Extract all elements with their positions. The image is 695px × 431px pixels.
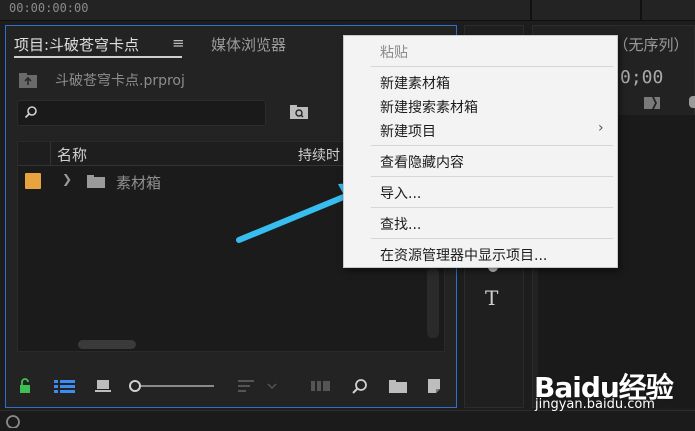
bin-color-label[interactable] (25, 173, 41, 189)
submenu-arrow-icon: › (598, 120, 604, 136)
column-header-name[interactable]: 名称 (57, 144, 87, 165)
lock-icon[interactable] (18, 378, 32, 394)
menu-separator (371, 207, 613, 208)
chevron-right-icon[interactable]: ❯ (62, 172, 72, 186)
panel-menu-icon[interactable]: ≡ (172, 34, 185, 52)
creative-cloud-icon[interactable] (4, 412, 22, 428)
tab-media-browser[interactable]: 媒体浏览器 (211, 34, 286, 55)
new-bin-icon[interactable] (389, 379, 407, 393)
marker-icon[interactable] (689, 96, 695, 108)
status-bar (0, 410, 695, 431)
new-item-icon[interactable] (427, 378, 441, 394)
watermark-url: jingyan.baidu.com (535, 397, 655, 412)
list-view-icon[interactable] (54, 379, 76, 393)
new-bin-icon[interactable] (289, 104, 309, 120)
find-icon[interactable] (352, 378, 368, 394)
program-timecode: 0;00 (620, 67, 664, 88)
label-column-header[interactable] (18, 142, 51, 165)
type-tool-icon[interactable]: T (485, 286, 498, 310)
menu-item-new-bin[interactable]: 新建素材箱 (380, 73, 450, 93)
tab-active-indicator (14, 56, 182, 58)
insert-icon[interactable] (643, 96, 661, 110)
source-timecode: 00:00:00:00 (9, 1, 89, 15)
menu-item-import[interactable]: 导入... (380, 183, 421, 203)
menu-separator (371, 238, 613, 239)
tab-project[interactable]: 项目:斗破苍穹卡点 (14, 34, 139, 55)
top-strip (0, 0, 695, 21)
menu-separator (371, 176, 613, 177)
menu-item-find[interactable]: 查找... (380, 214, 421, 234)
menu-item-view-hidden[interactable]: 查看隐藏内容 (380, 152, 464, 172)
menu-separator (371, 145, 613, 146)
project-file-icon (19, 73, 37, 88)
column-header-duration[interactable]: 持续时 (298, 145, 346, 165)
search-input[interactable] (17, 100, 266, 126)
menu-item-new-item[interactable]: 新建项目 (380, 121, 436, 141)
icon-view-icon[interactable] (95, 379, 111, 393)
automate-icon[interactable] (311, 380, 331, 392)
folder-icon (87, 175, 105, 188)
bin-name[interactable]: 素材箱 (116, 172, 161, 193)
sort-icon[interactable] (238, 379, 278, 393)
project-file-name: 斗破苍穹卡点.prproj (55, 73, 185, 89)
zoom-slider[interactable] (128, 380, 216, 392)
horizontal-scrollbar[interactable] (78, 340, 136, 349)
vertical-scrollbar[interactable] (427, 268, 439, 338)
menu-item-reveal-in-explorer[interactable]: 在资源管理器中显示项目... (380, 245, 547, 265)
menu-item-new-search-bin[interactable]: 新建搜索素材箱 (380, 97, 478, 117)
panel-divider (640, 0, 642, 20)
menu-item-paste[interactable]: 粘贴 (380, 42, 408, 62)
search-icon (24, 106, 37, 119)
menu-separator (371, 66, 613, 67)
panel-divider (530, 0, 532, 20)
